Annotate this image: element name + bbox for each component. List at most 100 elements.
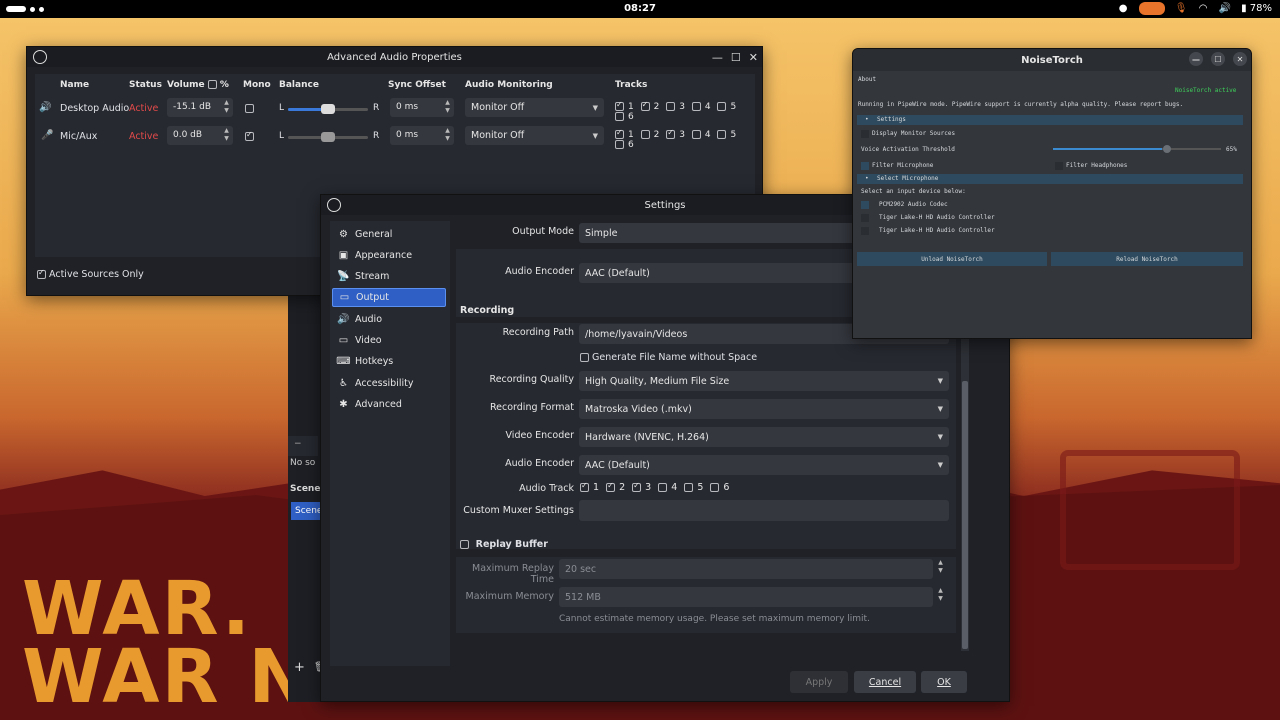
balance-slider[interactable] [288,132,368,142]
rec-audio-encoder-select[interactable]: AAC (Default) ▼ [579,455,949,475]
unload-noisetorch-button[interactable]: Unload NoiseTorch [857,252,1047,266]
track-checkbox[interactable] [632,481,642,492]
gen-filename-toggle[interactable]: Generate File Name without Space [580,352,757,363]
track-checkbox[interactable] [615,100,624,111]
battery-icon: ▮ [1241,3,1247,14]
sync-offset-input[interactable]: 0 ms ▲ ▼ [390,126,454,145]
nav-stream[interactable]: 📡 Stream [332,267,446,286]
track-checkbox[interactable] [666,102,676,111]
volume-percent-checkbox[interactable] [207,80,217,89]
monitoring-select[interactable]: Monitor Off ▼ [465,98,604,117]
scroll-thumb[interactable] [962,381,968,649]
device-label[interactable]: PCM2902 Audio Codec [879,201,948,208]
gen-filename-checkbox[interactable] [580,353,589,362]
format-select[interactable]: Matroska Video (.mkv) ▼ [579,399,949,419]
device-label[interactable]: Tiger Lake-H HD Audio Controller [879,214,995,221]
noisetorch-titlebar[interactable]: NoiseTorch — ☐ ✕ [853,49,1251,71]
apply-button[interactable]: Apply [790,671,848,693]
device-radio[interactable] [861,227,869,235]
track-checkbox[interactable] [691,130,701,139]
active-only-checkbox[interactable] [37,268,46,279]
spin-arrows-icon[interactable]: ▲ ▼ [222,99,231,115]
sync-offset-input[interactable]: 0 ms ▲ ▼ [390,98,454,117]
microphone-icon[interactable]: 🎙 [1175,3,1188,15]
track-checkbox[interactable] [710,483,720,492]
monitoring-select[interactable]: Monitor Off ▼ [465,126,604,145]
nav-general[interactable]: ⚙ General [332,225,446,244]
track-checkbox[interactable] [691,102,701,111]
track-checkbox[interactable] [684,483,694,492]
nav-video[interactable]: ▭ Video [332,331,446,350]
nav-accessibility[interactable]: ♿ Accessibility [332,374,446,393]
threshold-knob[interactable] [1163,145,1171,153]
battery-indicator[interactable]: ▮ 78% [1241,3,1272,14]
screen-record-icon[interactable] [1139,2,1166,15]
track-checkbox[interactable] [640,100,650,111]
clock[interactable]: 08:27 [0,3,1280,14]
settings-section-bar[interactable]: • Settings [857,115,1243,125]
volume-input[interactable]: 0.0 dB ▲ ▼ [167,126,233,145]
replay-toggle[interactable]: Replay Buffer [460,539,548,550]
video-encoder-select[interactable]: Hardware (NVENC, H.264) ▼ [579,427,949,447]
muxer-input[interactable] [579,500,949,521]
reload-noisetorch-button[interactable]: Reload NoiseTorch [1051,252,1243,266]
track-checkbox[interactable] [615,112,624,121]
nav-hotkeys[interactable]: ⌨ Hotkeys [332,352,446,371]
close-icon[interactable]: ✕ [749,51,758,64]
mono-checkbox[interactable] [245,104,254,113]
wifi-icon[interactable]: ◠ [1197,3,1209,15]
device-radio[interactable] [861,201,869,209]
device-label[interactable]: Tiger Lake-H HD Audio Controller [879,227,995,234]
wallpaper-truck [1060,450,1240,570]
nav-advanced[interactable]: ✱ Advanced [332,395,446,414]
add-scene-icon[interactable]: + [294,660,305,675]
adv-audio-titlebar[interactable]: Advanced Audio Properties — ☐ ✕ [27,47,762,67]
cancel-button[interactable]: Cancel [854,671,916,693]
threshold-slider[interactable] [1053,145,1221,153]
max-time-input[interactable]: 20 sec [559,559,933,579]
device-radio[interactable] [861,214,869,222]
spin-arrows-icon[interactable]: ▲ ▼ [936,559,945,575]
balance-slider[interactable] [288,104,368,114]
nav-appearance[interactable]: ▣ Appearance [332,246,446,265]
track-label: 4 [704,102,711,112]
track-checkbox[interactable] [717,102,727,111]
steam-icon[interactable]: ● [1117,3,1129,15]
filter-mic-label: Filter Microphone [872,162,934,169]
about-link[interactable]: About [858,76,876,83]
track-checkbox[interactable] [717,130,727,139]
replay-checkbox[interactable] [460,540,469,549]
volume-icon[interactable]: 🔊 [1219,3,1231,15]
quality-select[interactable]: High Quality, Medium File Size ▼ [579,371,949,391]
display-monitor-checkbox[interactable] [861,130,869,138]
volume-input[interactable]: -15.1 dB ▲ ▼ [167,98,233,117]
track-checkbox[interactable] [580,481,589,492]
maximize-icon[interactable]: ☐ [731,51,741,64]
track-checkbox[interactable] [615,128,624,139]
max-mem-input[interactable]: 512 MB [559,587,933,607]
mono-checkbox[interactable] [245,130,254,141]
sources-minus[interactable]: − [288,436,318,456]
track-checkbox[interactable] [658,483,668,492]
spin-arrows-icon[interactable]: ▲ ▼ [936,587,945,603]
nav-audio[interactable]: 🔊 Audio [332,310,446,329]
filter-mic-checkbox[interactable] [861,162,869,170]
scene-item[interactable]: Scene [291,502,322,520]
minimize-icon[interactable]: — [1189,52,1203,66]
select-mic-bar[interactable]: • Select Microphone [857,174,1243,184]
ok-button[interactable]: OK [921,671,967,693]
minimize-icon[interactable]: — [712,51,723,64]
maximize-icon[interactable]: ☐ [1211,52,1225,66]
track-checkbox[interactable] [666,128,676,139]
spin-arrows-icon[interactable]: ▲ ▼ [222,127,231,143]
nav-output[interactable]: ▭ Output [332,288,446,307]
track-checkbox[interactable] [615,140,624,149]
track-checkbox[interactable] [606,481,616,492]
track-checkbox[interactable] [640,130,650,139]
track-label: 6 [723,482,730,493]
spin-arrows-icon[interactable]: ▲ ▼ [443,127,452,143]
close-icon[interactable]: ✕ [1233,52,1247,66]
filter-headphones-checkbox[interactable] [1055,162,1063,170]
active-only-toggle[interactable]: Active Sources Only [37,268,144,280]
spin-arrows-icon[interactable]: ▲ ▼ [443,99,452,115]
